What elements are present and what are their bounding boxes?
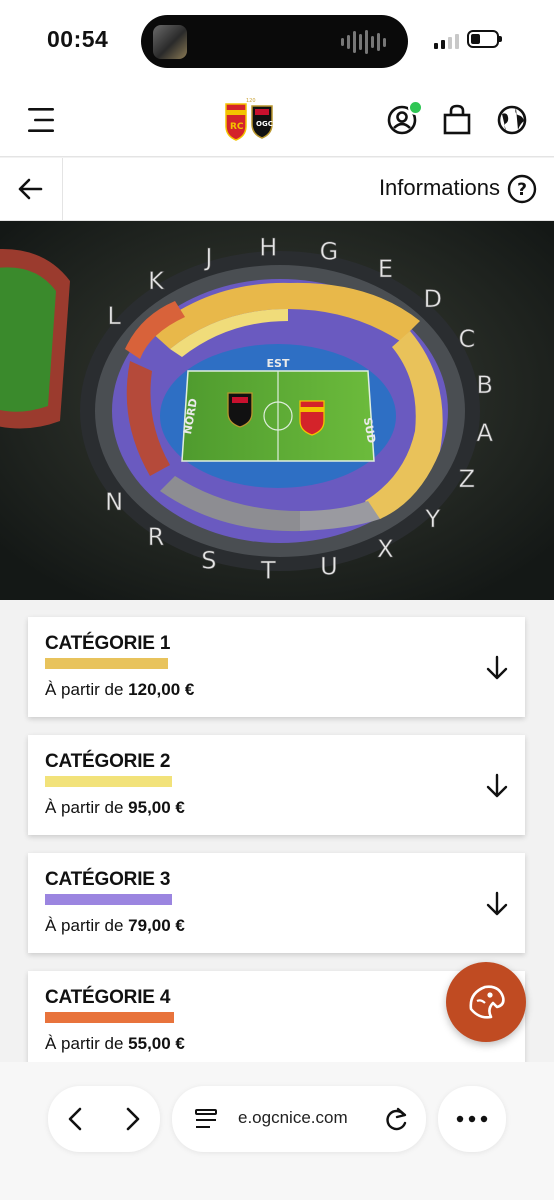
category-color-bar	[45, 894, 172, 905]
category-card-1[interactable]: CATÉGORIE 1 À partir de 120,00 €	[28, 617, 525, 717]
battery-icon	[467, 30, 502, 48]
audio-waveform-icon	[341, 29, 386, 55]
rc-lens-crest	[299, 400, 325, 436]
arrow-down-icon[interactable]	[484, 891, 510, 917]
help-icon[interactable]: ?	[507, 174, 537, 204]
block-letter-r[interactable]: R	[147, 522, 165, 551]
block-letter-l[interactable]: L	[107, 302, 122, 331]
block-letter-g[interactable]: G	[319, 237, 339, 266]
block-letter-j[interactable]: J	[203, 243, 213, 272]
category-color-bar	[45, 776, 172, 787]
category-title: CATÉGORIE 1	[45, 633, 171, 654]
svg-text:OGC: OGC	[256, 120, 273, 128]
informations-link[interactable]: Informations	[379, 175, 500, 201]
block-letter-y[interactable]: Y	[424, 504, 441, 533]
category-color-bar	[45, 658, 168, 669]
block-letter-k[interactable]: K	[148, 267, 166, 296]
category-color-bar	[45, 1012, 174, 1023]
back-button[interactable]	[0, 158, 63, 220]
more-dots-icon	[456, 1115, 488, 1123]
url-text[interactable]: e.ogcnice.com	[238, 1108, 348, 1128]
dynamic-island[interactable]	[141, 15, 408, 68]
chat-assistant-button[interactable]	[446, 962, 526, 1042]
sub-navigation: Informations ?	[0, 158, 554, 221]
cellular-signal-icon	[434, 33, 459, 49]
training-pitch	[0, 249, 70, 429]
category-price: À partir de 95,00 €	[45, 798, 185, 817]
block-letter-u[interactable]: U	[320, 552, 338, 581]
more-options-button[interactable]	[438, 1086, 506, 1152]
block-letter-n[interactable]: N	[105, 488, 124, 517]
now-playing-thumbnail	[153, 25, 187, 59]
block-letter-h[interactable]: H	[259, 233, 278, 262]
category-card-3[interactable]: CATÉGORIE 3 À partir de 79,00 €	[28, 853, 525, 953]
block-letter-a[interactable]: A	[476, 419, 494, 448]
club-logos[interactable]: 120 RC OGC	[222, 96, 278, 142]
status-bar: 00:54	[0, 0, 554, 84]
block-letter-s[interactable]: S	[201, 546, 217, 575]
svg-text:RC: RC	[230, 122, 244, 132]
eagle-mascot-icon	[469, 985, 505, 1019]
block-letter-e[interactable]: E	[378, 255, 394, 284]
online-status-dot	[408, 100, 423, 115]
category-card-2[interactable]: CATÉGORIE 2 À partir de 95,00 €	[28, 735, 525, 835]
category-price: À partir de 55,00 €	[45, 1034, 185, 1053]
status-time: 00:54	[47, 26, 109, 52]
block-letter-z[interactable]: Z	[458, 465, 475, 494]
block-letter-c[interactable]: C	[458, 325, 476, 354]
block-letter-x[interactable]: X	[377, 535, 394, 564]
browser-toolbar: e.ogcnice.com	[0, 1062, 554, 1200]
menu-icon[interactable]	[24, 106, 56, 134]
browser-forward-icon[interactable]	[122, 1106, 144, 1132]
navigation-pill	[48, 1086, 160, 1152]
stand-label-east: EST	[267, 357, 290, 370]
svg-text:?: ?	[517, 180, 527, 200]
globe-icon[interactable]	[496, 104, 528, 136]
arrow-left-icon	[18, 178, 43, 200]
reader-mode-icon[interactable]	[194, 1108, 218, 1130]
category-title: CATÉGORIE 3	[45, 869, 171, 890]
category-price: À partir de 120,00 €	[45, 680, 195, 699]
ogc-nice-crest	[227, 392, 253, 428]
address-bar[interactable]: e.ogcnice.com	[172, 1086, 426, 1152]
site-header: 120 RC OGC	[0, 84, 554, 157]
block-letter-d[interactable]: D	[423, 285, 442, 314]
category-title: CATÉGORIE 4	[45, 987, 171, 1008]
arrow-down-icon[interactable]	[484, 655, 510, 681]
reload-icon[interactable]	[384, 1106, 410, 1132]
browser-back-icon[interactable]	[64, 1106, 86, 1132]
category-title: CATÉGORIE 2	[45, 751, 171, 772]
shopping-bag-icon[interactable]	[441, 104, 473, 136]
svg-text:120: 120	[246, 98, 256, 104]
block-letter-b[interactable]: B	[476, 371, 493, 400]
stadium-seating-map[interactable]: EST NORD SUD LKJHGEDCBAZYXUTSRN	[0, 221, 554, 600]
arrow-down-icon[interactable]	[484, 773, 510, 799]
category-price: À partir de 79,00 €	[45, 916, 185, 935]
block-letter-t[interactable]: T	[260, 556, 277, 585]
